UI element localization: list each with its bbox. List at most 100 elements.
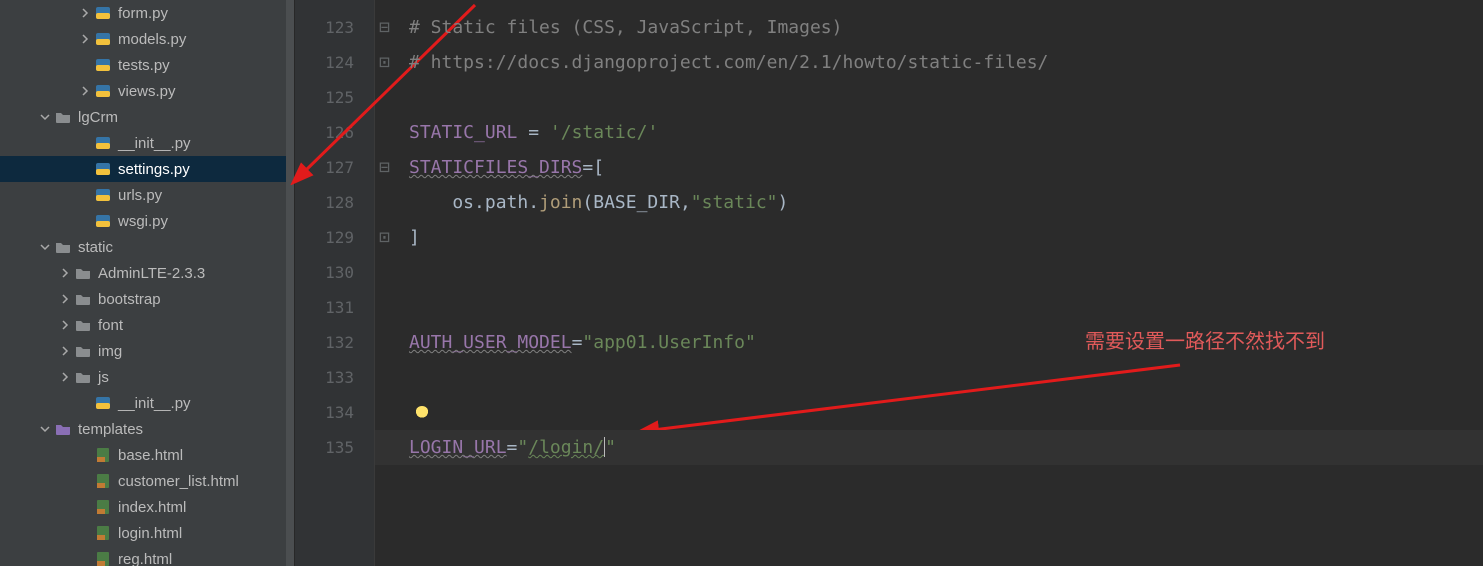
tree-file--init-py[interactable]: __init__.py — [0, 390, 294, 416]
python-file-icon — [94, 212, 112, 230]
chevron-down-icon[interactable] — [38, 110, 52, 124]
tree-file-urls-py[interactable]: urls.py — [0, 182, 294, 208]
tree-file-tests-py[interactable]: tests.py — [0, 52, 294, 78]
tree-folder-js[interactable]: js — [0, 364, 294, 390]
code-token: STATICFILES_DIRS — [409, 157, 582, 178]
chevron-right-icon[interactable] — [78, 6, 92, 20]
chevron-placeholder — [78, 500, 92, 514]
tree-file-login-html[interactable]: login.html — [0, 520, 294, 546]
tree-folder-static[interactable]: static — [0, 234, 294, 260]
tree-item-label: AdminLTE-2.3.3 — [98, 265, 205, 282]
html-file-icon — [94, 498, 112, 516]
tree-item-label: __init__.py — [118, 135, 191, 152]
tree-item-label: models.py — [118, 31, 186, 48]
code-token: , — [680, 192, 691, 213]
chevron-placeholder — [78, 58, 92, 72]
code-line-125[interactable] — [375, 80, 1483, 115]
tree-file-settings-py[interactable]: settings.py — [0, 156, 294, 182]
code-editor[interactable]: 123124125126127128129130131132133134135 … — [295, 0, 1483, 566]
line-number: 134 — [295, 395, 374, 430]
editor-code-area[interactable]: 需要设置一路径不然找不到 ⊟# Static files (CSS, JavaS… — [375, 0, 1483, 566]
fold-close-icon[interactable]: ⊡ — [379, 220, 393, 255]
tree-file-form-py[interactable]: form.py — [0, 0, 294, 26]
code-token: AUTH_USER_MODEL — [409, 332, 572, 353]
project-tree-sidebar[interactable]: form.pymodels.pytests.pyviews.pylgCrm__i… — [0, 0, 295, 566]
code-token: STATIC_URL — [409, 122, 528, 143]
python-file-icon — [94, 160, 112, 178]
tree-item-label: views.py — [118, 83, 176, 100]
html-file-icon — [94, 472, 112, 490]
chevron-placeholder — [78, 162, 92, 176]
code-line-135[interactable]: LOGIN_URL="/login/" — [375, 430, 1483, 465]
line-number: 132 — [295, 325, 374, 360]
folder-icon — [74, 342, 92, 360]
tree-item-label: reg.html — [118, 551, 172, 566]
chevron-placeholder — [78, 526, 92, 540]
fold-open-icon[interactable]: ⊟ — [379, 10, 393, 45]
chevron-right-icon[interactable] — [78, 32, 92, 46]
tree-item-label: tests.py — [118, 57, 170, 74]
line-number: 130 — [295, 255, 374, 290]
fold-open-icon[interactable]: ⊟ — [379, 150, 393, 185]
line-number: 131 — [295, 290, 374, 325]
tree-file-customer-list-html[interactable]: customer_list.html — [0, 468, 294, 494]
code-line-131[interactable] — [375, 290, 1483, 325]
tree-folder-adminlte-2-3-3[interactable]: AdminLTE-2.3.3 — [0, 260, 294, 286]
line-number: 123 — [295, 10, 374, 45]
code-token: "static" — [691, 192, 778, 213]
chevron-placeholder — [78, 552, 92, 566]
code-line-128[interactable]: os.path.join(BASE_DIR,"static") — [375, 185, 1483, 220]
tree-file--init-py[interactable]: __init__.py — [0, 130, 294, 156]
python-file-icon — [94, 394, 112, 412]
code-token: /login/ — [528, 437, 604, 458]
code-line-124[interactable]: ⊡# https://docs.djangoproject.com/en/2.1… — [375, 45, 1483, 80]
code-line-127[interactable]: ⊟STATICFILES_DIRS=[ — [375, 150, 1483, 185]
code-line-129[interactable]: ⊡] — [375, 220, 1483, 255]
code-line-132[interactable]: AUTH_USER_MODEL="app01.UserInfo" — [375, 325, 1483, 360]
chevron-right-icon[interactable] — [58, 318, 72, 332]
code-token: " — [605, 437, 616, 458]
tree-folder-img[interactable]: img — [0, 338, 294, 364]
python-file-icon — [94, 4, 112, 22]
chevron-down-icon[interactable] — [38, 422, 52, 436]
chevron-down-icon[interactable] — [38, 240, 52, 254]
tree-item-label: lgCrm — [78, 109, 118, 126]
tree-folder-bootstrap[interactable]: bootstrap — [0, 286, 294, 312]
line-number: 124 — [295, 45, 374, 80]
tree-folder-lgcrm[interactable]: lgCrm — [0, 104, 294, 130]
chevron-placeholder — [78, 188, 92, 202]
code-token: os.path. — [409, 192, 539, 213]
tree-file-models-py[interactable]: models.py — [0, 26, 294, 52]
chevron-right-icon[interactable] — [58, 370, 72, 384]
code-token: ) — [778, 192, 789, 213]
html-file-icon — [94, 524, 112, 542]
chevron-placeholder — [78, 474, 92, 488]
chevron-placeholder — [78, 136, 92, 150]
code-line-123[interactable]: ⊟# Static files (CSS, JavaScript, Images… — [375, 10, 1483, 45]
intention-bulb-icon[interactable] — [415, 406, 429, 420]
code-line-130[interactable] — [375, 255, 1483, 290]
chevron-right-icon[interactable] — [58, 266, 72, 280]
code-token: = — [528, 122, 550, 143]
tree-folder-templates[interactable]: templates — [0, 416, 294, 442]
tree-item-label: img — [98, 343, 122, 360]
chevron-right-icon[interactable] — [78, 84, 92, 98]
code-line-133[interactable] — [375, 360, 1483, 395]
tree-item-label: login.html — [118, 525, 182, 542]
code-line-134[interactable] — [375, 395, 1483, 430]
tree-item-label: form.py — [118, 5, 168, 22]
chevron-placeholder — [78, 448, 92, 462]
chevron-right-icon[interactable] — [58, 344, 72, 358]
tree-file-reg-html[interactable]: reg.html — [0, 546, 294, 566]
fold-close-icon[interactable]: ⊡ — [379, 45, 393, 80]
chevron-right-icon[interactable] — [58, 292, 72, 306]
tree-item-label: __init__.py — [118, 395, 191, 412]
tree-file-index-html[interactable]: index.html — [0, 494, 294, 520]
tree-file-views-py[interactable]: views.py — [0, 78, 294, 104]
tree-folder-font[interactable]: font — [0, 312, 294, 338]
tree-file-base-html[interactable]: base.html — [0, 442, 294, 468]
tree-item-label: customer_list.html — [118, 473, 239, 490]
folder-icon — [54, 108, 72, 126]
tree-file-wsgi-py[interactable]: wsgi.py — [0, 208, 294, 234]
code-line-126[interactable]: STATIC_URL = '/static/' — [375, 115, 1483, 150]
